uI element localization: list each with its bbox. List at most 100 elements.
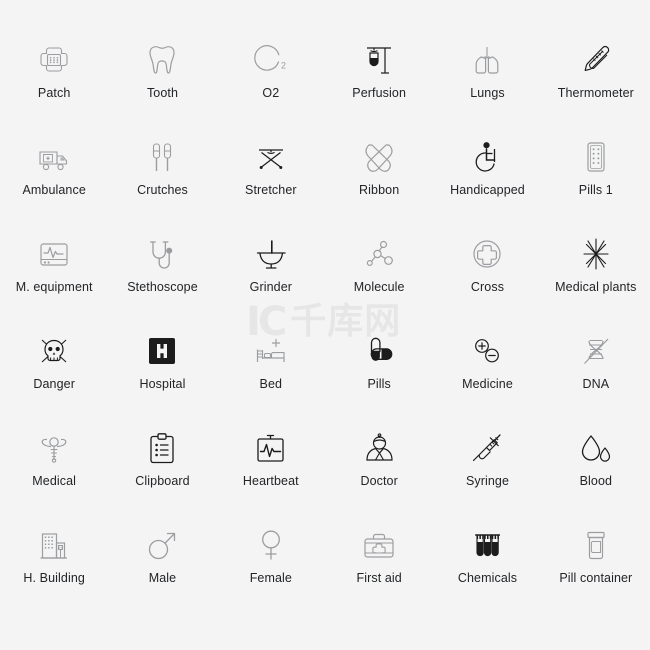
icon-label: Medical plants — [555, 280, 637, 294]
icon-label: Ambulance — [22, 183, 86, 197]
icon-cell-bed[interactable]: Bed — [217, 309, 325, 406]
caduceus-icon — [32, 428, 76, 468]
icon-grid: Patch Tooth 2 O2 Perfusion Lungs Thermometer Am… — [0, 18, 650, 600]
molecule-icon — [357, 234, 401, 274]
capsule-pills-icon — [357, 331, 401, 371]
icon-cell-chemicals[interactable]: Chemicals — [433, 503, 541, 600]
icon-label: Molecule — [353, 280, 405, 294]
clipboard-icon — [140, 428, 184, 468]
icon-sheet: Patch Tooth 2 O2 Perfusion Lungs Thermometer Am… — [0, 0, 650, 650]
oxygen-o2-icon: 2 — [249, 40, 293, 80]
ambulance-icon — [32, 137, 76, 177]
dna-helix-icon — [574, 331, 618, 371]
test-tubes-icon — [465, 525, 509, 565]
icon-cell-first-aid[interactable]: First aid — [325, 503, 433, 600]
icon-label: Pills 1 — [578, 183, 613, 197]
hospital-building-icon: H — [32, 525, 76, 565]
medical-cross-icon — [465, 234, 509, 274]
mortar-pestle-icon — [249, 234, 293, 274]
icon-cell-crutches[interactable]: Crutches — [108, 115, 216, 212]
icon-cell-ambulance[interactable]: Ambulance — [0, 115, 108, 212]
icon-label: Clipboard — [135, 474, 190, 488]
blood-drop-icon — [574, 428, 618, 468]
first-aid-kit-icon — [357, 525, 401, 565]
icon-cell-perfusion[interactable]: Perfusion — [325, 18, 433, 115]
icon-label: Patch — [37, 86, 71, 100]
icon-label: Thermometer — [557, 86, 634, 100]
lungs-icon — [465, 40, 509, 80]
svg-text:2: 2 — [281, 61, 286, 71]
icon-label: Blood — [579, 474, 613, 488]
icon-label: Tooth — [146, 86, 179, 100]
icon-cell-dna[interactable]: DNA — [542, 309, 650, 406]
icon-cell-o2[interactable]: 2 O2 — [217, 18, 325, 115]
icon-cell-medicine[interactable]: Medicine — [433, 309, 541, 406]
icon-cell-medical[interactable]: Medical — [0, 406, 108, 503]
pill-bottle-icon — [574, 525, 618, 565]
icon-label: Pills — [367, 377, 391, 391]
icon-cell-syringe[interactable]: Syringe — [433, 406, 541, 503]
crutches-icon — [140, 137, 184, 177]
plus-minus-pills-icon — [465, 331, 509, 371]
icon-cell-tooth[interactable]: Tooth — [108, 18, 216, 115]
icon-label: Perfusion — [352, 86, 407, 100]
icon-label: Heartbeat — [242, 474, 299, 488]
wheelchair-icon — [465, 137, 509, 177]
male-symbol-icon — [140, 525, 184, 565]
icon-label: Grinder — [249, 280, 293, 294]
icon-cell-ribbon[interactable]: Ribbon — [325, 115, 433, 212]
icon-cell-danger[interactable]: Danger — [0, 309, 108, 406]
icon-cell-grinder[interactable]: Grinder — [217, 212, 325, 309]
svg-text:H: H — [59, 545, 62, 550]
icon-cell-stretcher[interactable]: Stretcher — [217, 115, 325, 212]
skull-crossbones-icon — [32, 331, 76, 371]
icon-label: Hospital — [139, 377, 186, 391]
iv-drip-icon — [357, 40, 401, 80]
icon-cell-hospital[interactable]: Hospital — [108, 309, 216, 406]
icon-cell-blood[interactable]: Blood — [542, 406, 650, 503]
icon-label: Stretcher — [245, 183, 297, 197]
icon-label: DNA — [582, 377, 610, 391]
stethoscope-icon — [140, 234, 184, 274]
awareness-ribbon-icon — [357, 137, 401, 177]
icon-label: O2 — [262, 86, 280, 100]
icon-cell-h-building[interactable]: H H. Building — [0, 503, 108, 600]
icon-label: Medicine — [462, 377, 513, 391]
thermometer-icon — [574, 40, 618, 80]
icon-cell-stethoscope[interactable]: Stethoscope — [108, 212, 216, 309]
icon-cell-m-equipment[interactable]: M. equipment — [0, 212, 108, 309]
icon-label: Lungs — [470, 86, 505, 100]
icon-cell-cross[interactable]: Cross — [433, 212, 541, 309]
syringe-icon — [465, 428, 509, 468]
icon-cell-molecule[interactable]: Molecule — [325, 212, 433, 309]
icon-cell-pills-1[interactable]: Pills 1 — [542, 115, 650, 212]
tooth-icon — [140, 40, 184, 80]
cannabis-leaf-icon — [574, 234, 618, 274]
heartbeat-chart-icon — [249, 428, 293, 468]
female-symbol-icon — [249, 525, 293, 565]
pill-blister-pack-icon — [574, 137, 618, 177]
icon-cell-female[interactable]: Female — [217, 503, 325, 600]
icon-cell-pill-container[interactable]: Pill container — [542, 503, 650, 600]
icon-label: Danger — [33, 377, 75, 391]
icon-label: H. Building — [23, 571, 85, 585]
icon-cell-male[interactable]: Male — [108, 503, 216, 600]
icon-cell-thermometer[interactable]: Thermometer — [542, 18, 650, 115]
hospital-bed-icon — [249, 331, 293, 371]
icon-cell-handicapped[interactable]: Handicapped — [433, 115, 541, 212]
icon-label: Male — [148, 571, 177, 585]
icon-label: Chemicals — [457, 571, 518, 585]
icon-cell-patch[interactable]: Patch — [0, 18, 108, 115]
icon-cell-heartbeat[interactable]: Heartbeat — [217, 406, 325, 503]
icon-cell-medical-plants[interactable]: Medical plants — [542, 212, 650, 309]
icon-cell-lungs[interactable]: Lungs — [433, 18, 541, 115]
icon-label: First aid — [356, 571, 402, 585]
icon-label: Doctor — [360, 474, 398, 488]
icon-cell-clipboard[interactable]: Clipboard — [108, 406, 216, 503]
icon-label: Medical — [32, 474, 77, 488]
doctor-icon — [357, 428, 401, 468]
icon-label: Cross — [470, 280, 505, 294]
icon-cell-pills[interactable]: Pills — [325, 309, 433, 406]
icon-cell-doctor[interactable]: Doctor — [325, 406, 433, 503]
icon-label: Syringe — [465, 474, 510, 488]
